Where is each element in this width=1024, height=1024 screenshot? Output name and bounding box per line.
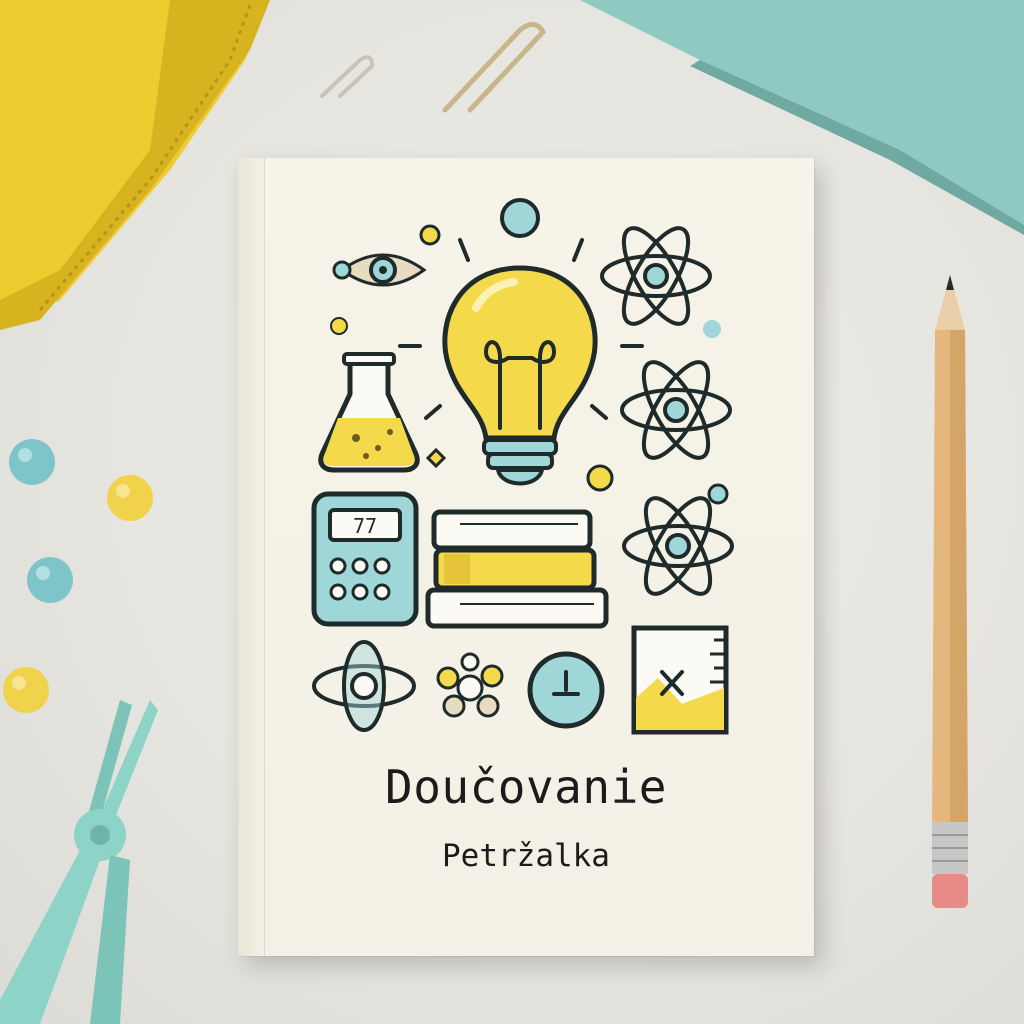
ruler-chart-icon bbox=[631, 625, 729, 735]
cover-illustration: 77 bbox=[311, 198, 734, 735]
clock-icon bbox=[527, 651, 605, 729]
atom-icon bbox=[312, 640, 416, 732]
cover-title: Doučovanie bbox=[385, 760, 667, 814]
calculator-icon: 77 bbox=[311, 491, 419, 627]
yellow-notebook bbox=[0, 0, 270, 330]
flask-icon bbox=[318, 352, 420, 473]
calculator-display: 77 bbox=[353, 514, 377, 538]
pencil bbox=[932, 275, 968, 908]
eye-icon bbox=[332, 253, 427, 287]
books-icon bbox=[425, 509, 609, 629]
atom-icon bbox=[622, 487, 734, 605]
lightbulb-icon bbox=[442, 265, 598, 486]
push-pins bbox=[3, 439, 153, 713]
booklet-cover: 77 Doučovanie Petržalka bbox=[238, 158, 814, 956]
atom-icon bbox=[600, 217, 712, 335]
cover-subtitle: Petržalka bbox=[442, 838, 610, 874]
atom-icon bbox=[620, 351, 732, 469]
molecule-icon bbox=[436, 652, 504, 718]
paper-clip bbox=[320, 22, 547, 113]
pliers bbox=[0, 700, 158, 1024]
